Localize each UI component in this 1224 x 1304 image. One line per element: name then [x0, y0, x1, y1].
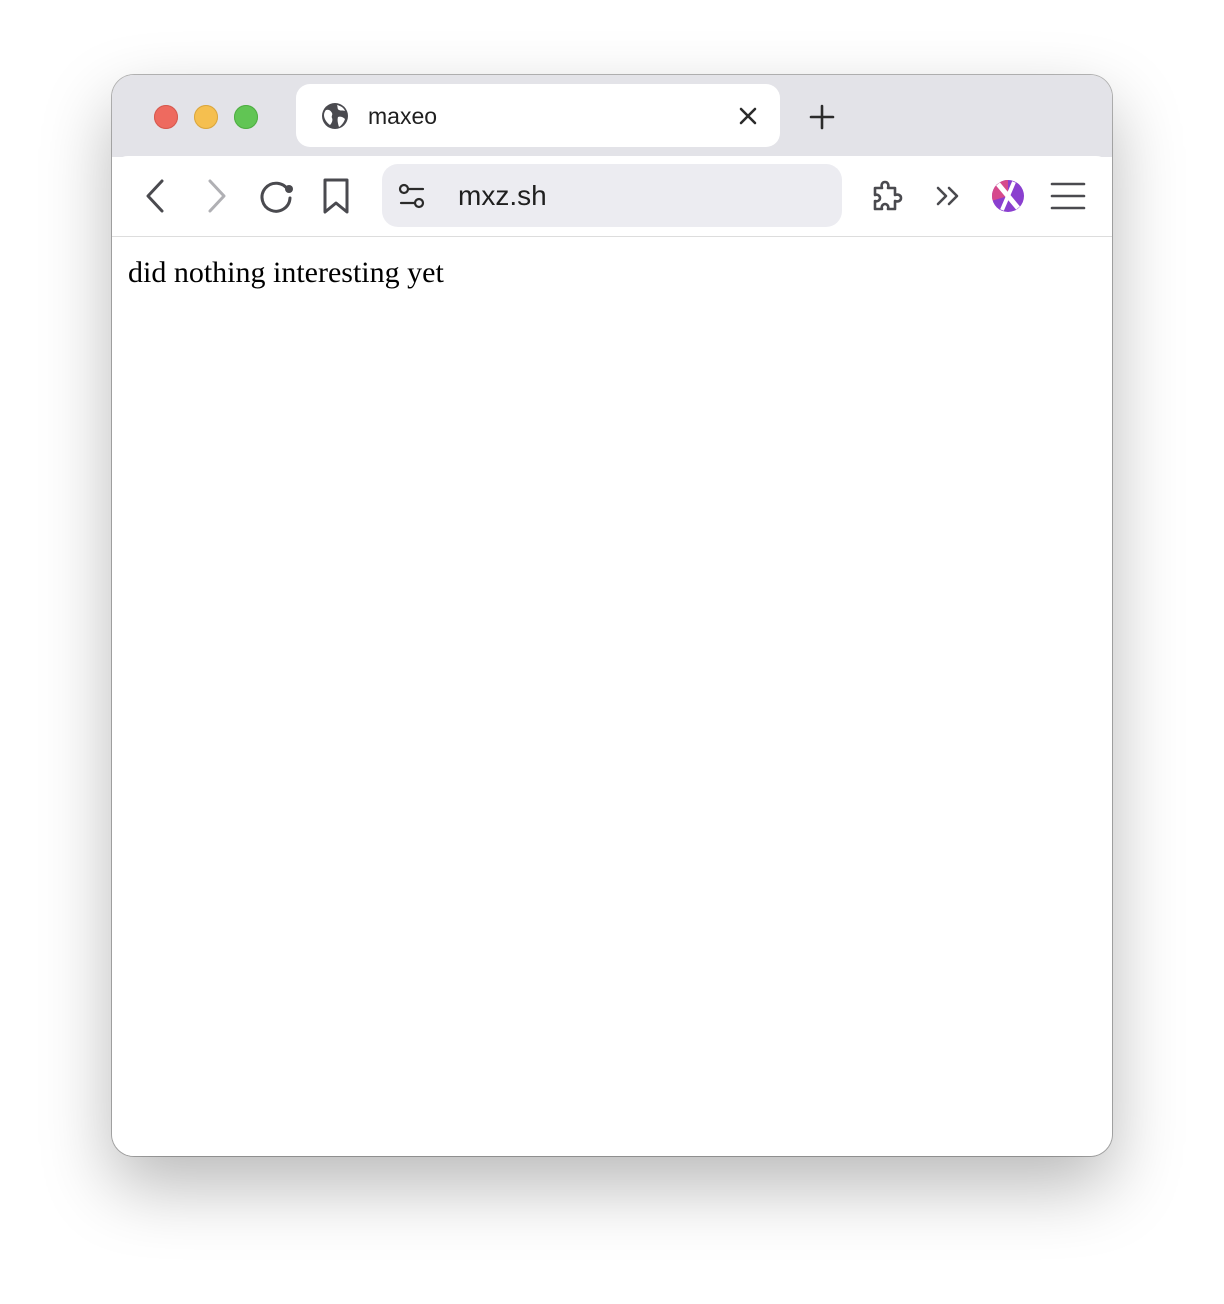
window-minimize-button[interactable] [194, 105, 218, 129]
toolbar: mxz.sh [112, 156, 1112, 237]
double-chevron-right-icon[interactable] [928, 176, 968, 216]
page-text: did nothing interesting yet [128, 256, 444, 289]
url-text[interactable]: mxz.sh [458, 180, 547, 212]
globe-icon [322, 103, 348, 129]
back-button[interactable] [136, 176, 176, 216]
browser-window: maxeo mxz.sh did nothing interesting yet [112, 75, 1112, 1156]
window-close-button[interactable] [154, 105, 178, 129]
close-icon[interactable] [734, 102, 762, 130]
tab-title: maxeo [368, 103, 438, 129]
bookmark-button[interactable] [316, 176, 356, 216]
page-content: did nothing interesting yet [112, 237, 1112, 1156]
tune-icon[interactable] [398, 182, 426, 210]
new-tab-button[interactable] [806, 101, 838, 133]
tab-strip: maxeo [112, 75, 1112, 157]
tab-maxeo[interactable]: maxeo [296, 84, 780, 147]
forward-button[interactable] [196, 176, 236, 216]
puzzle-icon[interactable] [868, 176, 908, 216]
address-bar[interactable]: mxz.sh [382, 164, 842, 227]
profile-avatar-icon[interactable] [988, 176, 1028, 216]
window-zoom-button[interactable] [234, 105, 258, 129]
reload-button[interactable] [256, 176, 296, 216]
hamburger-menu-icon[interactable] [1048, 176, 1088, 216]
